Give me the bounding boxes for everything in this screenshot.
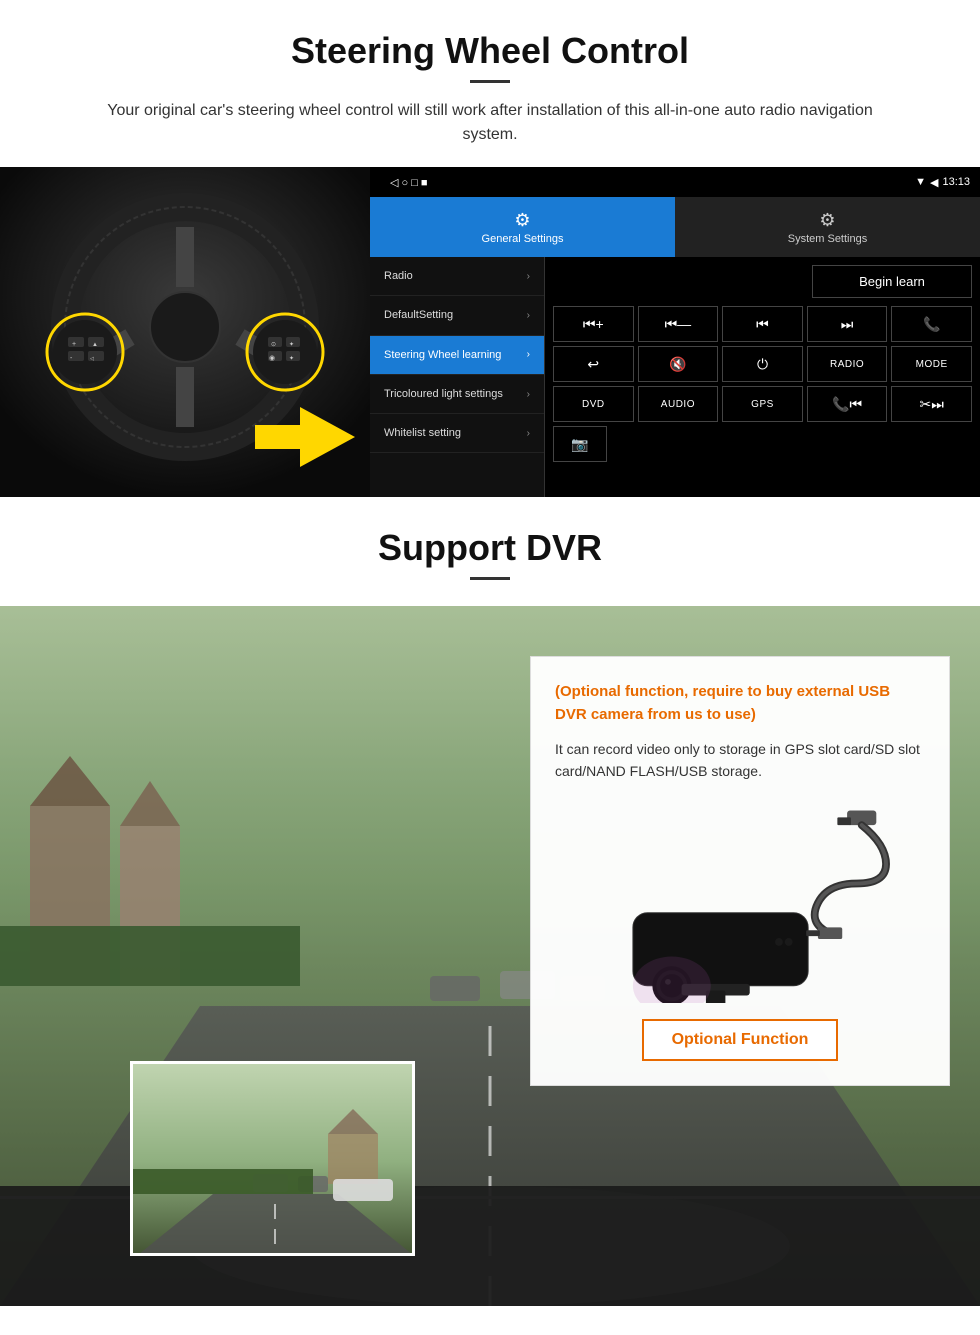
dvr-section: Support DVR <box>0 497 980 1306</box>
steering-composite: + ▲ - ◁ ⊙ ✦ ◉ ✦ ◁ ○ □ ■ <box>0 167 980 497</box>
dvr-camera-svg <box>555 803 925 1003</box>
gear-icon: ⚙ <box>514 210 530 231</box>
wifi-icon: ◀ <box>930 176 938 189</box>
call-button[interactable]: 📞 <box>891 306 972 342</box>
page-title: Steering Wheel Control <box>40 30 940 72</box>
title-divider <box>470 80 510 83</box>
hangup-button[interactable]: ↩ <box>553 346 634 382</box>
menu-item-defaultsetting[interactable]: DefaultSetting › <box>370 296 544 335</box>
menu-item-tricoloured[interactable]: Tricoloured light settings › <box>370 375 544 414</box>
steering-section: Steering Wheel Control Your original car… <box>0 0 980 147</box>
dvr-screenshot-inner <box>133 1064 412 1253</box>
audio-button[interactable]: AUDIO <box>638 386 719 422</box>
dvr-title-area: Support DVR <box>0 497 980 606</box>
controls-row-3: DVD AUDIO GPS 📞⏮ ✂⏭ <box>553 386 972 422</box>
begin-learn-row: Begin learn <box>553 265 972 298</box>
android-statusbar: ◁ ○ □ ■ ▼ ◀ 13:13 <box>370 167 980 197</box>
dvr-camera-image <box>555 803 925 1003</box>
svg-text:▲: ▲ <box>92 342 98 348</box>
vol-down-button[interactable]: ⏮— <box>638 306 719 342</box>
android-content: Radio › DefaultSetting › Steering Wheel … <box>370 257 980 497</box>
prev-button[interactable]: ⏮ <box>722 306 803 342</box>
dvr-background-photo: (Optional function, require to buy exter… <box>0 606 980 1306</box>
menu-item-whitelist[interactable]: Whitelist setting › <box>370 414 544 453</box>
android-right-panel: Begin learn ⏮+ ⏮— ⏮ ⏭ 📞 ↩ 🔇 <box>545 257 980 497</box>
power-button[interactable]: ⏻ <box>722 346 803 382</box>
svg-text:✦: ✦ <box>289 341 294 348</box>
dvr-screenshot <box>130 1061 415 1256</box>
optional-function-button[interactable]: Optional Function <box>642 1019 839 1061</box>
tab-general-settings[interactable]: ⚙ General Settings <box>370 197 675 257</box>
mode-button[interactable]: MODE <box>891 346 972 382</box>
begin-learn-button[interactable]: Begin learn <box>812 265 972 298</box>
dvr-description: It can record video only to storage in G… <box>555 738 925 783</box>
mute-button[interactable]: 🔇 <box>638 346 719 382</box>
menu-item-radio[interactable]: Radio › <box>370 257 544 296</box>
camera-button[interactable]: 📷 <box>553 426 607 462</box>
vol-up-button[interactable]: ⏮+ <box>553 306 634 342</box>
tab-system-label: System Settings <box>788 233 867 245</box>
call-prev-button[interactable]: 📞⏮ <box>807 386 888 422</box>
dvd-button[interactable]: DVD <box>553 386 634 422</box>
system-icon: ⚙ <box>819 210 835 231</box>
radio-button[interactable]: RADIO <box>807 346 888 382</box>
steering-wheel-svg: + ▲ - ◁ ⊙ ✦ ◉ ✦ <box>0 167 370 497</box>
controls-row-2: ↩ 🔇 ⏻ RADIO MODE <box>553 346 972 382</box>
signal-icon: ▼ <box>915 176 926 188</box>
chevron-icon: › <box>527 271 530 282</box>
svg-text:◉: ◉ <box>269 355 275 362</box>
svg-text:+: + <box>72 341 76 348</box>
svg-text:⊙: ⊙ <box>271 342 276 348</box>
next-button[interactable]: ⏭ <box>807 306 888 342</box>
android-panel: ◁ ○ □ ■ ▼ ◀ 13:13 ⚙ General Settings ⚙ S… <box>370 167 980 497</box>
dvr-title: Support DVR <box>40 527 940 569</box>
statusbar-icons: ▼ ◀ 13:13 <box>915 176 970 189</box>
cut-next-button[interactable]: ✂⏭ <box>891 386 972 422</box>
dvr-optional-text: (Optional function, require to buy exter… <box>555 681 925 726</box>
svg-text:◁: ◁ <box>90 356 94 362</box>
chevron-icon: › <box>527 389 530 400</box>
chevron-icon: › <box>527 428 530 439</box>
controls-row-1: ⏮+ ⏮— ⏮ ⏭ 📞 <box>553 306 972 342</box>
controls-row-4: 📷 <box>553 426 972 462</box>
chevron-icon: › <box>527 310 530 321</box>
tab-system-settings[interactable]: ⚙ System Settings <box>675 197 980 257</box>
statusbar-time: 13:13 <box>942 176 970 188</box>
tab-general-label: General Settings <box>482 233 564 245</box>
menu-item-steering-wheel[interactable]: Steering Wheel learning › <box>370 336 544 375</box>
android-menu: Radio › DefaultSetting › Steering Wheel … <box>370 257 545 497</box>
dvr-info-box: (Optional function, require to buy exter… <box>530 656 950 1086</box>
gps-button[interactable]: GPS <box>722 386 803 422</box>
dvr-title-divider <box>470 577 510 580</box>
steering-wheel-photo: + ▲ - ◁ ⊙ ✦ ◉ ✦ <box>0 167 370 497</box>
svg-text:✦: ✦ <box>289 355 294 362</box>
controls-grid: ⏮+ ⏮— ⏮ ⏭ 📞 ↩ 🔇 ⏻ RADIO MODE <box>553 306 972 462</box>
android-tabs: ⚙ General Settings ⚙ System Settings <box>370 197 980 257</box>
dvr-screenshot-svg <box>133 1064 415 1256</box>
chevron-icon: › <box>527 349 530 360</box>
section-subtitle: Your original car's steering wheel contr… <box>80 99 900 147</box>
